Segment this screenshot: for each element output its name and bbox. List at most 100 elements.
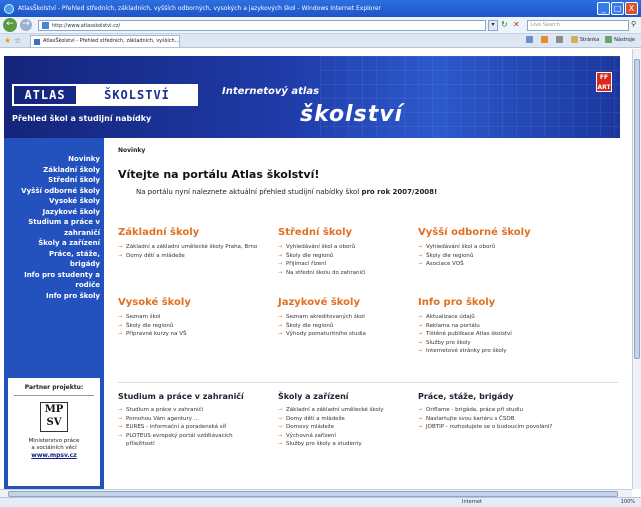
- section-title[interactable]: Jazykové školy: [278, 296, 408, 309]
- sidebar-item-zakladni-skoly[interactable]: Základní školy: [4, 165, 104, 176]
- section-links: Základní a základní umělecké školy Domy …: [278, 406, 408, 449]
- list-item[interactable]: Výchovná zařízení: [278, 432, 408, 441]
- section-zakladni-skoly: Základní školy Základní a základní uměle…: [118, 226, 258, 260]
- section-links: Základní a základní umělecké školy Praha…: [118, 243, 258, 260]
- section-info-pro-skoly: Info pro školy Aktualizace údajů Reklama…: [418, 296, 568, 356]
- banner-tagline: Internetový atlas: [222, 86, 320, 97]
- partner-divider: [14, 395, 94, 396]
- list-item[interactable]: Školy dle regionů: [278, 322, 408, 331]
- section-title[interactable]: Vysoké školy: [118, 296, 258, 309]
- list-item[interactable]: Základní a základní umělecké školy: [278, 406, 408, 415]
- horizontal-scrollbar[interactable]: [0, 489, 632, 497]
- sidebar-item-vysoke-skoly[interactable]: Vysoké školy: [4, 196, 104, 207]
- add-favorites-icon[interactable]: ☆: [14, 36, 24, 45]
- list-item[interactable]: Aktualizace údajů: [418, 313, 568, 322]
- list-item[interactable]: Školy dle regionů: [278, 252, 408, 261]
- forward-button[interactable]: →: [20, 19, 32, 31]
- partner-heading: Partner projektu:: [24, 384, 84, 391]
- maximize-button[interactable]: □: [611, 2, 624, 15]
- stop-icon[interactable]: ✕: [513, 20, 523, 31]
- sidebar-item-info-pro-skoly[interactable]: Info pro školy: [4, 291, 104, 302]
- tools-menu[interactable]: Nástroje: [605, 36, 635, 43]
- section-stredni-skoly: Střední školy Vyhledávání škol a oborů Š…: [278, 226, 408, 277]
- sidebar-item-studium-a-prace-line1[interactable]: Studium a práce v: [4, 217, 104, 228]
- address-dropdown-button[interactable]: ▾: [488, 20, 498, 31]
- list-item[interactable]: Domy dětí a mládeže: [118, 252, 258, 261]
- minimize-button[interactable]: _: [597, 2, 610, 15]
- address-toolbar: ← → http://www.atlasskolstvi.cz/ ▾ ↻ ✕ L…: [0, 17, 641, 34]
- list-item[interactable]: Výhody pomaturitního studia: [278, 330, 408, 339]
- feeds-button[interactable]: [540, 36, 550, 43]
- address-field[interactable]: http://www.atlasskolstvi.cz/: [38, 20, 486, 31]
- search-input[interactable]: Live Search: [527, 20, 629, 31]
- sidebar-item-novinky[interactable]: Novinky: [4, 154, 104, 165]
- sidebar-item-info-studenty-line1[interactable]: Info pro studenty a: [4, 270, 104, 281]
- refresh-icon[interactable]: ↻: [501, 20, 511, 31]
- list-item[interactable]: Domy dětí a mládeže: [278, 415, 408, 424]
- list-item[interactable]: Tištěné publikace Atlas školství: [418, 330, 568, 339]
- list-item[interactable]: Vyhledávání škol a oborů: [418, 243, 568, 252]
- mpsv-logo[interactable]: MP SV: [40, 402, 68, 432]
- vertical-scrollbar[interactable]: [632, 49, 641, 489]
- partner-logo[interactable]: FF ART: [596, 72, 612, 92]
- list-item[interactable]: Přijímací řízení: [278, 260, 408, 269]
- zoom-level[interactable]: 100%: [621, 499, 635, 505]
- list-item[interactable]: Na střední školu do zahraničí: [278, 269, 408, 278]
- back-button[interactable]: ←: [3, 18, 17, 32]
- list-item[interactable]: Pomohou Vám agentury ...: [118, 415, 258, 424]
- sidebar-item-stredni-skoly[interactable]: Střední školy: [4, 175, 104, 186]
- section-title[interactable]: Práce, stáže, brigády: [418, 392, 568, 402]
- section-title[interactable]: Základní školy: [118, 226, 258, 239]
- section-title[interactable]: Info pro školy: [418, 296, 568, 309]
- list-item[interactable]: Domovy mládeže: [278, 423, 408, 432]
- page-icon: [570, 36, 578, 43]
- list-item[interactable]: Seznam škol: [118, 313, 258, 322]
- list-item[interactable]: Seznam akreditovaných škol: [278, 313, 408, 322]
- list-item[interactable]: Oriflame - brigáda, práce při studiu: [418, 406, 568, 415]
- section-title[interactable]: Střední školy: [278, 226, 408, 239]
- window-titlebar: AtlasŠkolství - Přehled středních, zákla…: [0, 0, 641, 17]
- section-studium-zahranici: Studium a práce v zahraničí Studium a pr…: [118, 392, 258, 449]
- sidebar-item-skoly-a-zarizeni[interactable]: Školy a zařízení: [4, 238, 104, 249]
- ie-icon: [4, 3, 14, 14]
- list-item[interactable]: Přípravné kurzy na VŠ: [118, 330, 258, 339]
- search-icon[interactable]: ⚲: [631, 20, 640, 31]
- sidebar-item-jazykove-skoly[interactable]: Jazykové školy: [4, 207, 104, 218]
- sidebar-item-studium-a-prace-line2[interactable]: zahraničí: [4, 228, 104, 239]
- partner-link[interactable]: www.mpsv.cz: [8, 452, 100, 459]
- vertical-scroll-thumb[interactable]: [634, 59, 640, 359]
- list-item[interactable]: Vyhledávání škol a oborů: [278, 243, 408, 252]
- print-button[interactable]: [555, 36, 565, 43]
- list-item[interactable]: Služby pro školy: [418, 339, 568, 348]
- section-title[interactable]: Školy a zařízení: [278, 392, 408, 402]
- favorites-star-icon[interactable]: ★: [4, 36, 14, 45]
- section-vyssi-odborne-skoly: Vyšší odborné školy Vyhledávání škol a o…: [418, 226, 568, 269]
- command-bar: Stránka Nástroje: [525, 36, 635, 43]
- page-menu[interactable]: Stránka: [570, 36, 599, 43]
- sidebar-item-prace-staze-line2[interactable]: brigády: [4, 259, 104, 270]
- list-item[interactable]: EURES - informační a poradenská síť: [118, 423, 258, 432]
- tab-atlas-skolstvi[interactable]: AtlasŠkolství - Přehled středních, zákla…: [30, 34, 180, 47]
- partner-name-line1: Ministerstvo práce: [28, 438, 80, 444]
- list-item[interactable]: Základní a základní umělecké školy Praha…: [118, 243, 258, 252]
- list-item[interactable]: PLOTEUS evropský portál vzdělávacích pří…: [118, 432, 258, 449]
- section-title[interactable]: Vyšší odborné školy: [418, 226, 568, 239]
- list-item[interactable]: Asociace VOŠ: [418, 260, 568, 269]
- logo-atlas-text: ATLAS: [14, 86, 78, 104]
- window-controls: _ □ X: [597, 2, 638, 15]
- home-button[interactable]: [525, 36, 535, 43]
- list-item[interactable]: Reklama na portálu: [418, 322, 568, 331]
- sidebar-item-vyssi-odborne-skoly[interactable]: Vyšší odborné školy: [4, 186, 104, 197]
- list-item[interactable]: Školy dle regionů: [418, 252, 568, 261]
- list-item[interactable]: Školy dle regionů: [118, 322, 258, 331]
- sidebar-item-prace-staze-line1[interactable]: Práce, stáže,: [4, 249, 104, 260]
- list-item[interactable]: Nastartujte svou kariéru s ČSOB: [418, 415, 568, 424]
- list-item[interactable]: Studium a práce v zahraničí: [118, 406, 258, 415]
- list-item[interactable]: Internetové stránky pro školy: [418, 347, 568, 356]
- close-button[interactable]: X: [625, 2, 638, 15]
- list-item[interactable]: Služby pro školy a studenty: [278, 440, 408, 449]
- sidebar-item-info-studenty-line2[interactable]: rodiče: [4, 280, 104, 291]
- section-title[interactable]: Studium a práce v zahraničí: [118, 392, 258, 402]
- list-item[interactable]: JOBTIP - rozhodujete se o budoucím povol…: [418, 423, 568, 432]
- site-logo[interactable]: ATLAS ŠKOLSTVÍ: [12, 84, 198, 106]
